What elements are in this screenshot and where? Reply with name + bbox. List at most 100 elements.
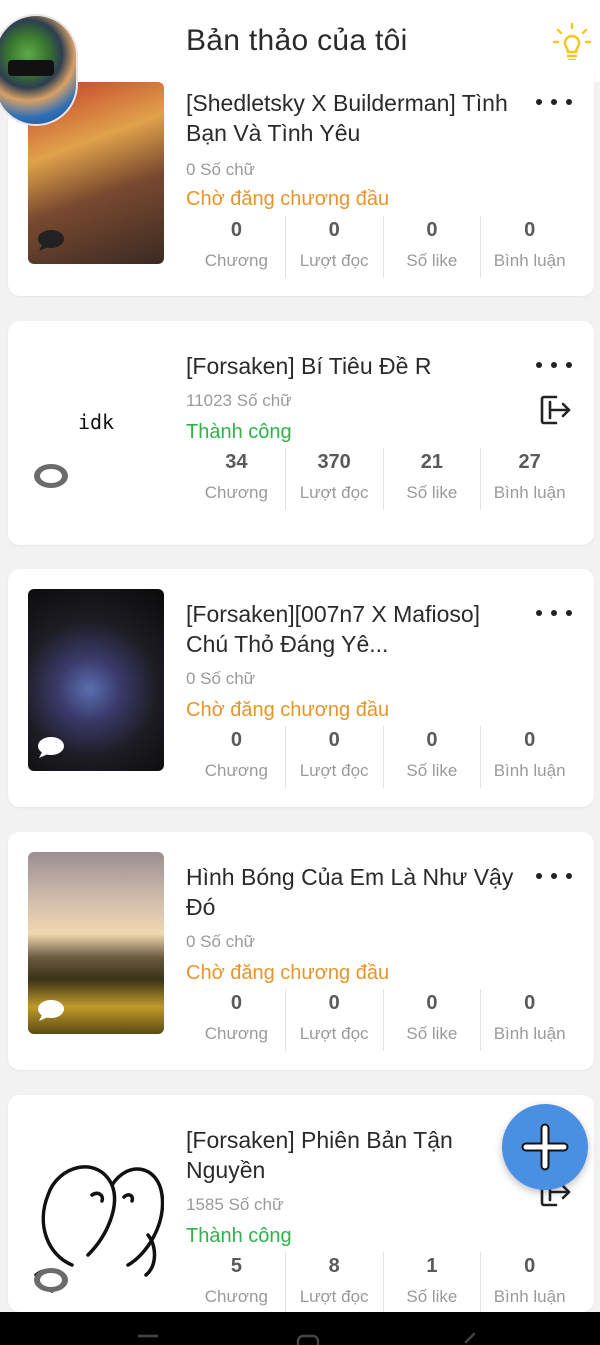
comment-bubble-icon [38, 737, 64, 758]
stat-value: 0 [524, 219, 536, 241]
stat-label: Chương [204, 1024, 268, 1043]
home-icon[interactable] [296, 1332, 320, 1345]
stat-label: Lượt đọc [299, 761, 369, 780]
stat-chapters: 0 Chương [188, 726, 285, 788]
system-nav-bar [0, 1312, 600, 1345]
story-cover: idk [28, 331, 164, 513]
stat-value: 0 [328, 219, 340, 241]
stat-label: Bình luận [493, 251, 566, 270]
stat-comments: 0 Bình luận [480, 216, 578, 278]
stat-label: Bình luận [493, 1024, 566, 1043]
stat-reads: 8 Lượt đọc [284, 1252, 383, 1314]
story-cover [28, 852, 164, 1034]
status-label: Thành công [186, 1225, 292, 1247]
stat-chapters: 0 Chương [188, 989, 285, 1051]
more-dots-icon[interactable] [536, 866, 572, 886]
stat-likes: 0 Số like [382, 216, 481, 278]
story-stats: 0 Chương 0 Lượt đọc 0 Số like 0 Bình luận [188, 989, 578, 1051]
story-stats: 0 Chương 0 Lượt đọc 0 Số like 0 Bình luận [188, 726, 578, 788]
comment-bubble-icon [38, 1000, 64, 1021]
stat-comments: 27 Bình luận [480, 448, 578, 510]
page-title: Bản thảo của tôi [186, 24, 408, 57]
word-count: 11023 Số chữ [186, 391, 292, 410]
status-label: Thành công [186, 421, 292, 443]
story-card[interactable]: Hình Bóng Của Em Là Như Vậy Đó 0 Số chữ … [8, 832, 594, 1070]
more-dots-icon[interactable] [536, 603, 572, 623]
story-title[interactable]: [Forsaken] Phiên Bản Tận Nguyền [186, 1125, 516, 1185]
stat-label: Lượt đọc [299, 1287, 369, 1306]
stat-value: 27 [518, 451, 541, 473]
more-dots-icon[interactable] [536, 355, 572, 375]
comment-bubble-icon [34, 464, 68, 488]
story-title[interactable]: Hình Bóng Của Em Là Như Vậy Đó [186, 862, 516, 922]
stat-chapters: 0 Chương [188, 216, 285, 278]
stat-reads: 0 Lượt đọc [284, 989, 383, 1051]
stat-likes: 21 Số like [382, 448, 481, 510]
stat-label: Bình luận [493, 761, 566, 780]
stat-value: 0 [426, 992, 438, 1014]
stat-value: 8 [328, 1255, 340, 1277]
story-stats: 0 Chương 0 Lượt đọc 0 Số like 0 Bình luận [188, 216, 578, 278]
story-cover [28, 1115, 164, 1297]
story-stats: 34 Chương 370 Lượt đọc 21 Số like 27 Bình lu… [188, 448, 578, 510]
stat-value: 0 [230, 219, 242, 241]
stat-value: 0 [328, 992, 340, 1014]
stat-label: Số like [406, 483, 458, 502]
stat-value: 0 [524, 992, 536, 1014]
story-card[interactable]: idk [Forsaken] Bí Tiêu Đề R 11023 Số chữ… [8, 321, 594, 545]
recent-apps-icon[interactable] [136, 1332, 160, 1345]
status-label: Chờ đăng chương đầu [186, 962, 390, 984]
stat-value: 1 [426, 1255, 438, 1277]
stat-chapters: 34 Chương [188, 448, 285, 510]
stat-value: 0 [524, 1255, 536, 1277]
story-title[interactable]: [Forsaken] Bí Tiêu Đề R [186, 351, 516, 381]
stat-reads: 0 Lượt đọc [284, 216, 383, 278]
stat-comments: 0 Bình luận [480, 989, 578, 1051]
back-icon[interactable] [458, 1332, 482, 1345]
stat-label: Số like [406, 1024, 458, 1043]
stat-label: Bình luận [493, 483, 566, 502]
stat-reads: 370 Lượt đọc [284, 448, 383, 510]
stat-likes: 0 Số like [382, 989, 481, 1051]
stat-label: Lượt đọc [299, 483, 369, 502]
stat-value: 0 [230, 992, 242, 1014]
stat-value: 370 [317, 451, 351, 473]
stat-label: Bình luận [493, 1287, 566, 1306]
stat-comments: 0 Bình luận [480, 1252, 578, 1314]
stat-value: 21 [420, 451, 443, 473]
stat-comments: 0 Bình luận [480, 726, 578, 788]
add-story-button[interactable] [502, 1104, 588, 1190]
stat-value: 0 [426, 729, 438, 751]
stat-value: 5 [230, 1255, 242, 1277]
user-avatar[interactable] [0, 14, 78, 126]
stat-label: Số like [406, 251, 458, 270]
stat-chapters: 5 Chương [188, 1252, 285, 1314]
export-icon[interactable] [538, 393, 572, 427]
story-card[interactable]: [Forsaken][007n7 X Mafioso] Chú Thỏ Đáng… [8, 569, 594, 807]
stat-value: 0 [328, 729, 340, 751]
stat-value: 0 [230, 729, 242, 751]
word-count: 1585 Số chữ [186, 1195, 284, 1214]
stat-label: Chương [204, 1287, 268, 1306]
stat-value: 0 [426, 219, 438, 241]
status-label: Chờ đăng chương đầu [186, 188, 390, 210]
more-dots-icon[interactable] [536, 92, 572, 112]
stat-value: 34 [225, 451, 248, 473]
stat-reads: 0 Lượt đọc [284, 726, 383, 788]
status-label: Chờ đăng chương đầu [186, 699, 390, 721]
story-title[interactable]: [Forsaken][007n7 X Mafioso] Chú Thỏ Đáng… [186, 599, 516, 659]
word-count: 0 Số chữ [186, 669, 256, 688]
story-card[interactable]: [Shedletsky X Builderman] Tình Bạn Và Tì… [8, 60, 594, 296]
stat-label: Lượt đọc [299, 251, 369, 270]
lightbulb-icon[interactable] [552, 22, 592, 64]
story-title[interactable]: [Shedletsky X Builderman] Tình Bạn Và Tì… [186, 88, 516, 148]
stat-label: Chương [204, 251, 268, 270]
word-count: 0 Số chữ [186, 160, 256, 179]
comment-bubble-icon [38, 230, 64, 251]
plus-icon [521, 1123, 569, 1171]
stat-likes: 1 Số like [382, 1252, 481, 1314]
comment-bubble-icon [34, 1268, 68, 1292]
word-count: 0 Số chữ [186, 932, 256, 951]
stat-value: 0 [524, 729, 536, 751]
story-stats: 5 Chương 8 Lượt đọc 1 Số like 0 Bình luận [188, 1252, 578, 1314]
